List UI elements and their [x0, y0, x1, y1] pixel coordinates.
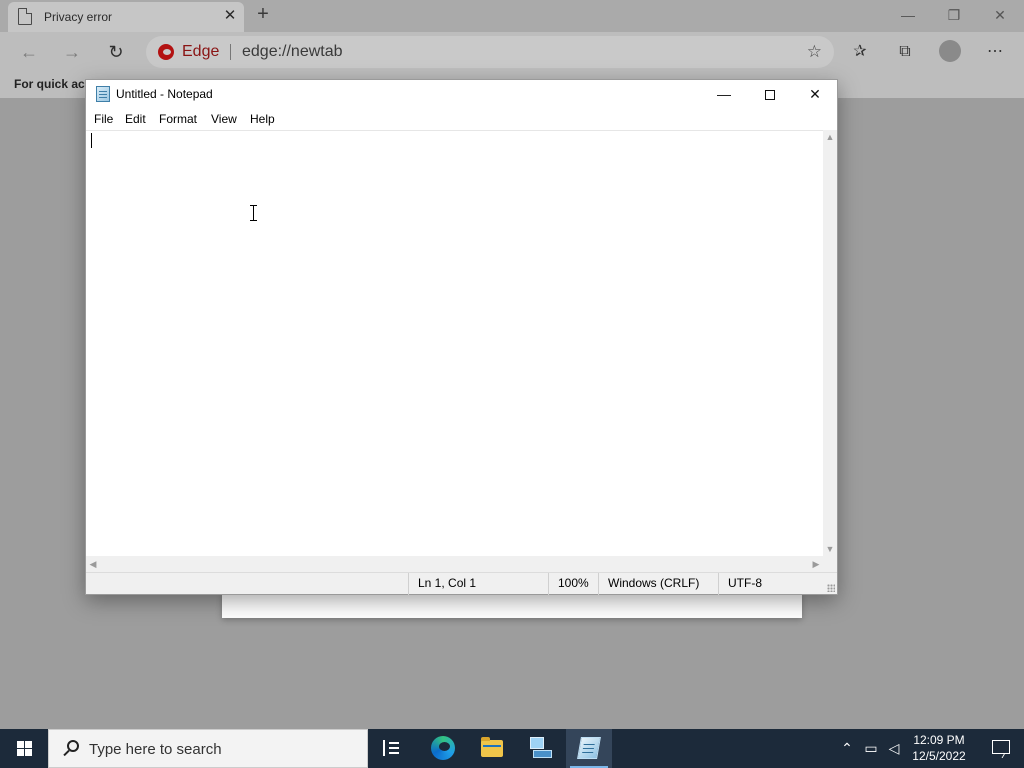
text-caret — [91, 133, 92, 148]
resize-grip-icon[interactable] — [827, 584, 835, 592]
status-position: Ln 1, Col 1 — [408, 573, 548, 595]
windows-logo-icon — [17, 741, 32, 756]
refresh-icon[interactable]: ↻ — [105, 41, 127, 63]
network-icon[interactable]: ▭ — [862, 739, 880, 757]
search-placeholder: Type here to search — [89, 741, 222, 758]
status-zoom: 100% — [548, 573, 598, 595]
browser-tab-strip: Privacy error ✕ + — ❐ ✕ — [0, 0, 1024, 32]
favorites-bar-text: For quick acc — [14, 77, 92, 91]
folder-icon — [481, 737, 503, 757]
text-editor[interactable] — [86, 130, 823, 556]
taskbar-file-explorer[interactable] — [469, 729, 515, 768]
scroll-down-icon[interactable]: ▼ — [823, 542, 837, 556]
new-tab-button[interactable]: + — [252, 3, 274, 25]
tab-close-icon[interactable]: ✕ — [222, 8, 238, 24]
favorite-star-icon[interactable]: ☆ — [807, 42, 822, 62]
clock-date: 12/5/2022 — [912, 749, 966, 763]
browser-close-button[interactable]: ✕ — [990, 5, 1010, 25]
status-line-ending: Windows (CRLF) — [598, 573, 718, 595]
start-button[interactable] — [0, 729, 48, 768]
edge-icon — [431, 736, 455, 760]
menu-help[interactable]: Help — [250, 112, 275, 126]
task-view-icon — [383, 740, 401, 756]
minimize-button[interactable]: — — [701, 80, 747, 108]
menu-bar: File Edit Format View Help — [86, 108, 837, 130]
scroll-left-icon[interactable]: ◀ — [86, 556, 100, 572]
search-icon — [61, 739, 81, 759]
tab-title: Privacy error — [44, 10, 113, 24]
taskbar-edge[interactable] — [420, 729, 466, 768]
clock[interactable]: 12:09 PM 12/5/2022 — [903, 732, 975, 764]
status-encoding: UTF-8 — [718, 573, 835, 595]
menu-format[interactable]: Format — [159, 112, 197, 126]
taskbar-search-box[interactable]: Type here to search — [48, 729, 368, 768]
address-bar[interactable]: Edge edge://newtab ☆ — [146, 36, 834, 68]
horizontal-scrollbar[interactable]: ◀ ▶ — [86, 556, 823, 572]
collections-icon[interactable]: ⧉ — [895, 42, 915, 62]
clock-time: 12:09 PM — [913, 733, 965, 747]
menu-view[interactable]: View — [211, 112, 237, 126]
menu-file[interactable]: File — [94, 112, 113, 126]
task-view-button[interactable] — [369, 729, 415, 768]
browser-toolbar: ← → ↻ Edge edge://newtab ☆ ✰ ⧉ ⋯ — [0, 32, 1024, 72]
status-bar: Ln 1, Col 1 100% Windows (CRLF) UTF-8 — [86, 572, 837, 595]
forward-arrow-icon[interactable]: → — [61, 41, 83, 63]
address-brand: Edge — [182, 43, 220, 60]
browser-restore-button[interactable]: ❐ — [944, 5, 964, 25]
profile-avatar[interactable] — [939, 40, 961, 62]
scrollbar-corner — [823, 556, 837, 572]
notepad-window: Untitled - Notepad — ✕ File Edit Format … — [85, 79, 838, 595]
favorites-icon[interactable]: ✰ — [850, 42, 870, 62]
menu-edit[interactable]: Edit — [125, 112, 146, 126]
more-menu-icon[interactable]: ⋯ — [985, 42, 1005, 62]
notification-icon — [992, 740, 1010, 754]
maximize-icon — [765, 90, 775, 101]
maximize-button[interactable] — [747, 80, 793, 108]
ibeam-cursor-icon — [250, 205, 258, 221]
back-arrow-icon[interactable]: ← — [18, 41, 40, 63]
volume-muted-icon[interactable]: ◁ — [885, 739, 903, 757]
notepad-icon — [96, 86, 110, 102]
scroll-up-icon[interactable]: ▲ — [823, 130, 837, 144]
page-icon — [18, 8, 32, 25]
address-separator — [230, 44, 231, 60]
taskbar-notepad[interactable] — [566, 729, 612, 768]
taskbar-server-manager[interactable] — [518, 729, 564, 768]
taskbar: Type here to search ⌃ ▭ ◁ 12:09 PM 12/5/… — [0, 729, 1024, 768]
chevron-up-icon[interactable]: ⌃ — [838, 739, 856, 757]
action-center-button[interactable] — [978, 729, 1024, 768]
browser-minimize-button[interactable]: — — [898, 5, 918, 25]
window-title: Untitled - Notepad — [116, 87, 213, 101]
edge-logo-icon — [158, 44, 174, 60]
vertical-scrollbar[interactable]: ▲ ▼ — [823, 130, 837, 556]
address-url[interactable]: edge://newtab — [242, 43, 343, 61]
notepad-titlebar[interactable]: Untitled - Notepad — ✕ — [86, 80, 837, 108]
server-manager-icon — [530, 737, 552, 759]
notepad-taskbar-icon — [577, 737, 601, 759]
browser-tab[interactable]: Privacy error ✕ — [8, 2, 244, 32]
close-button[interactable]: ✕ — [792, 80, 838, 108]
background-dialog — [222, 592, 802, 618]
scroll-right-icon[interactable]: ▶ — [809, 556, 823, 572]
